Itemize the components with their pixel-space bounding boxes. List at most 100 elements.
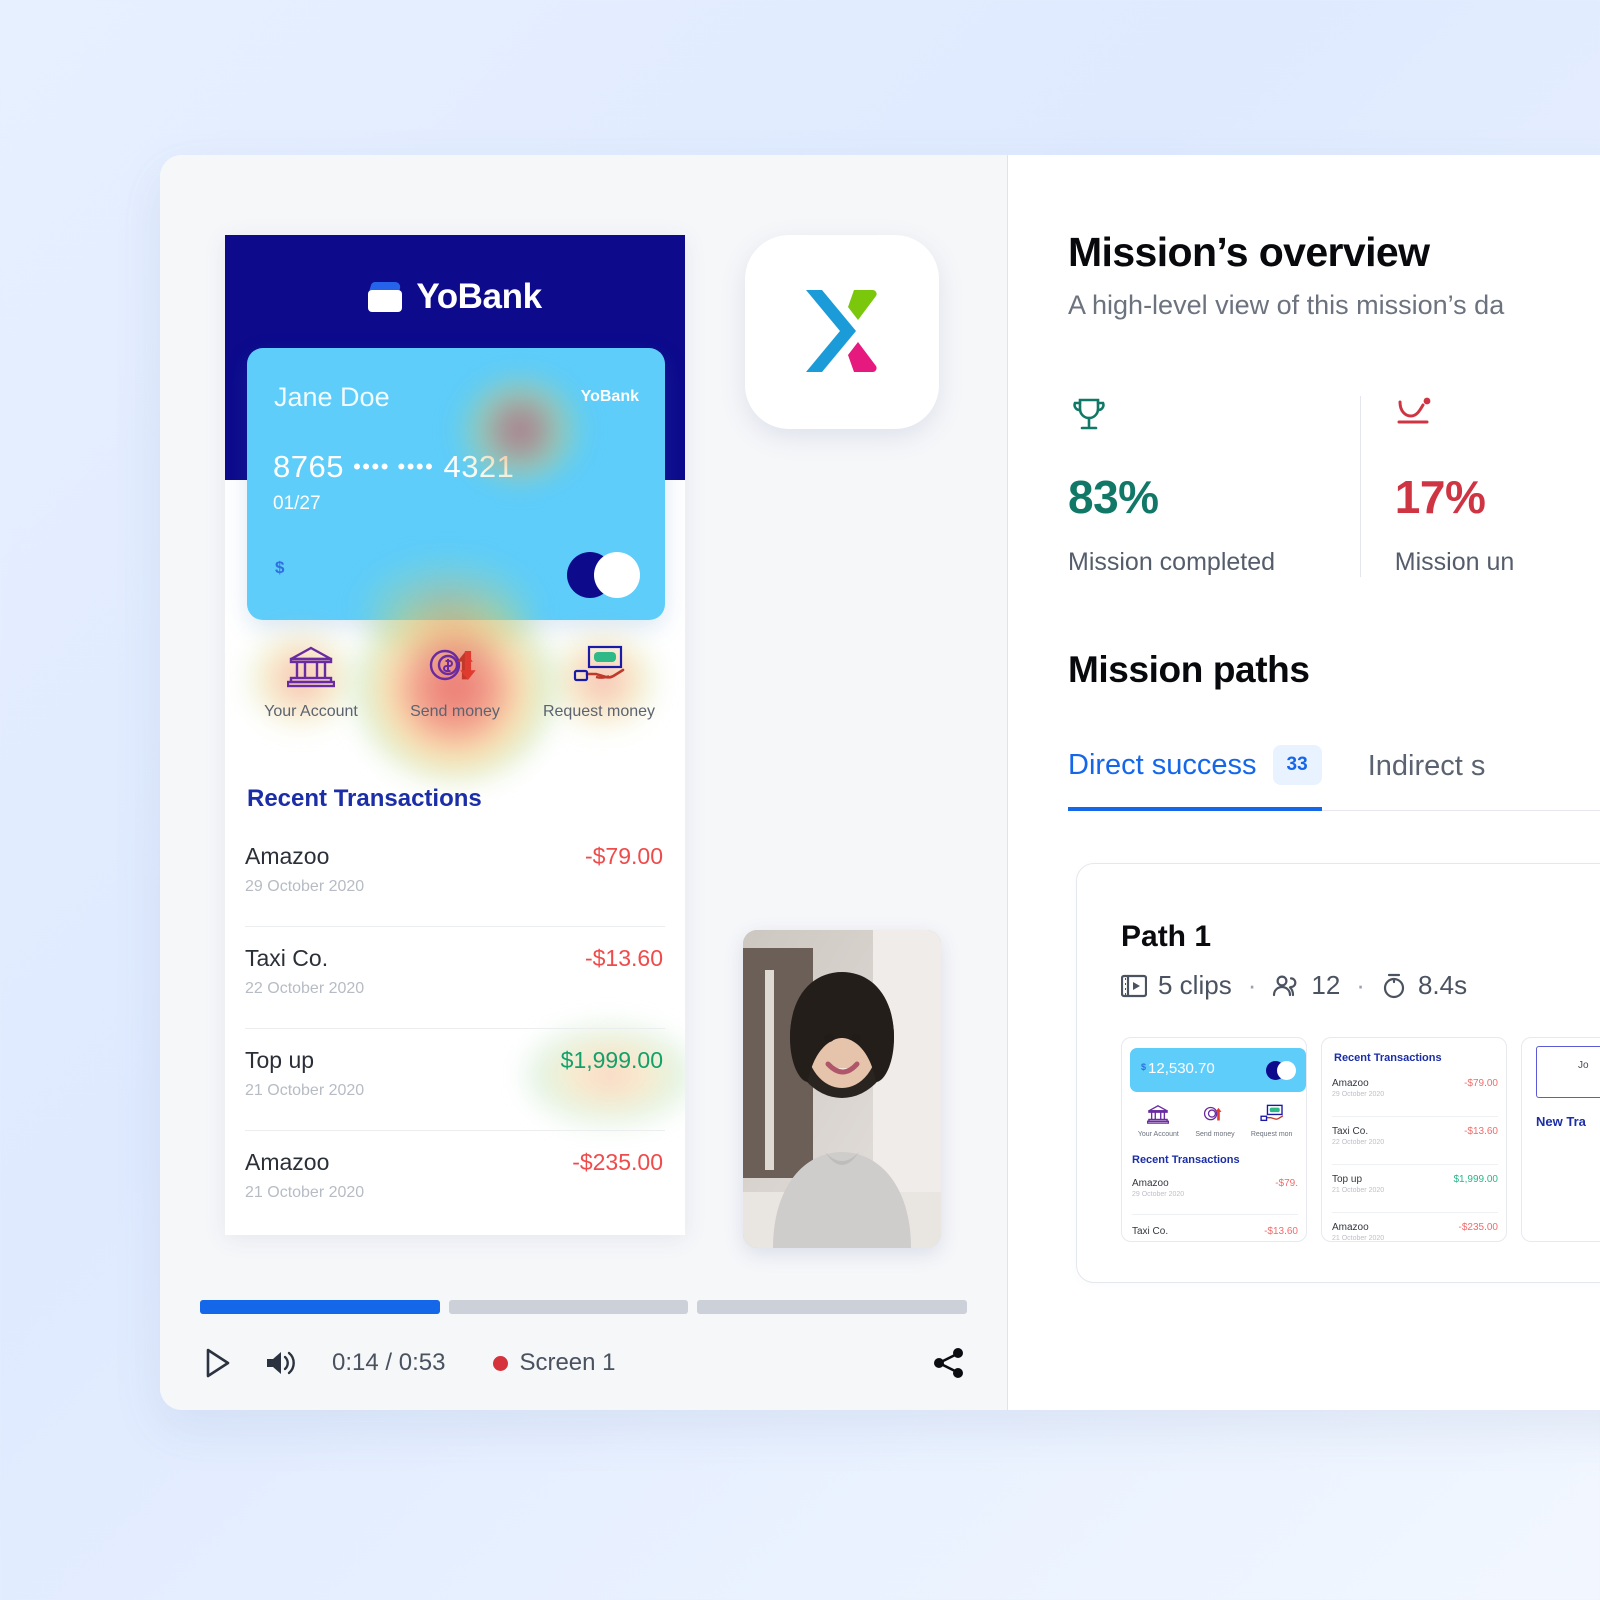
action-label: Your Account xyxy=(264,703,358,720)
thumb-tx-row: Amazoo 21 October 2020 -$235.00 xyxy=(1332,1222,1498,1242)
thumb-action-label: Your Account xyxy=(1137,1131,1179,1138)
card-bank-label: YoBank xyxy=(580,388,639,405)
tab-direct-success[interactable]: Direct success 33 xyxy=(1068,739,1322,811)
thumb-tx-amount: -$79.00 xyxy=(1464,1078,1498,1089)
card-number-mask: •••• •••• xyxy=(353,454,435,479)
record-dot-icon xyxy=(493,1355,509,1371)
meta-sep: · xyxy=(1356,970,1365,1000)
thumb-tx-name: Amazoo xyxy=(1132,1178,1169,1189)
path-clips: 5 clips xyxy=(1158,970,1232,1000)
card-number-prefix: 8765 xyxy=(273,449,344,484)
film-icon xyxy=(1121,974,1147,997)
tab-label: Direct success xyxy=(1068,748,1257,781)
thumb-balance-value: 12,530.70 xyxy=(1148,1060,1215,1077)
screen-indicator: Screen 1 xyxy=(493,1349,616,1377)
table-row[interactable]: Amazoo 29 October 2020 -$79.00 xyxy=(245,825,665,927)
tab-label: Indirect s xyxy=(1367,750,1486,782)
thumb-tx-amount: $1,999.00 xyxy=(1453,1174,1499,1185)
tab-indirect-success[interactable]: Indirect s xyxy=(1368,739,1486,810)
thumb-currency: $ xyxy=(1141,1062,1147,1072)
thumb-divider xyxy=(1332,1116,1498,1117)
timeline-segment-3[interactable] xyxy=(697,1300,968,1314)
transaction-amount: -$235.00 xyxy=(572,1149,663,1175)
path-thumbnail-2[interactable]: Recent Transactions Amazoo 29 October 20… xyxy=(1321,1037,1507,1242)
path-meta: 5 clips · 12 · 8.4s xyxy=(1121,970,1600,1001)
stat-caption: Mission completed xyxy=(1068,548,1276,576)
send-money-icon xyxy=(1203,1106,1222,1121)
bank-icon xyxy=(1147,1105,1170,1124)
paths-tabs: Direct success 33 Indirect s xyxy=(1068,739,1600,811)
volume-button[interactable] xyxy=(262,1345,298,1381)
thumb-action-send-money: Send money xyxy=(1187,1104,1243,1138)
bank-icon xyxy=(245,635,377,697)
action-your-account[interactable]: Your Account xyxy=(245,635,377,721)
trophy-icon xyxy=(1068,396,1330,440)
transaction-amount: -$13.60 xyxy=(584,945,663,971)
thumb-action-label: Send money xyxy=(1195,1131,1235,1138)
mission-paths-title: Mission paths xyxy=(1068,649,1310,690)
path-duration: 8.4s xyxy=(1417,970,1468,1000)
webcam-video[interactable] xyxy=(743,930,941,1248)
path-thumbnail-3[interactable]: Jo New Tra xyxy=(1521,1037,1600,1242)
thumb-tx-date: 21 October 2020 xyxy=(1332,1235,1385,1242)
wallet-icon xyxy=(368,282,403,312)
path-thumbnails: $12,530.70 Your Account Send money Reque… xyxy=(1121,1037,1600,1242)
bank-brand: YoBank xyxy=(225,277,685,317)
transaction-date: 29 October 2020 xyxy=(245,878,365,895)
thumb-divider xyxy=(1332,1164,1498,1165)
page-title: Mission’s overview xyxy=(1068,229,1430,275)
quick-actions: Your Account Send money Request money xyxy=(225,635,685,721)
thumb-tx-amount: -$235.00 xyxy=(1458,1222,1498,1233)
play-button[interactable] xyxy=(200,1345,236,1381)
path-viewers: 12 xyxy=(1311,970,1341,1000)
people-icon xyxy=(1273,974,1297,996)
path-card-1[interactable]: Path 1 5 clips · 12 · 8.4s $ 12,530.70 Y… xyxy=(1076,863,1600,1283)
share-button[interactable] xyxy=(931,1345,967,1381)
thumb-tx-amount: -$13.60 xyxy=(1264,1226,1298,1237)
mastercard-logo-icon xyxy=(567,552,640,598)
thumb-tx-row: Taxi Co. -$13.60 xyxy=(1132,1226,1298,1237)
stat-mission-unfinished: 17% Mission un xyxy=(1359,396,1600,577)
stat-value: 83% xyxy=(1068,471,1159,523)
phone-screen-recording[interactable]: YoBank Jane Doe YoBank 8765 •••• •••• 43… xyxy=(225,235,685,1235)
brand-name: YoBank xyxy=(416,277,542,316)
action-send-money[interactable]: Send money xyxy=(389,635,521,721)
table-row[interactable]: Top up 21 October 2020 $1,999.00 xyxy=(245,1029,665,1131)
path-thumbnail-1[interactable]: $12,530.70 Your Account Send money Reque… xyxy=(1121,1037,1307,1242)
thumb-tx-date: 29 October 2020 xyxy=(1332,1091,1385,1098)
recording-review-window: YoBank Jane Doe YoBank 8765 •••• •••• 43… xyxy=(160,155,1600,1410)
card-number-suffix: 4321 xyxy=(443,449,515,484)
thumb-tx-date: 22 October 2020 xyxy=(1332,1139,1385,1146)
action-request-money[interactable]: Request money xyxy=(533,635,665,721)
thumb-tx-title: Recent Transactions xyxy=(1132,1154,1240,1166)
timeline-segment-1[interactable] xyxy=(200,1300,440,1314)
path-title: Path 1 xyxy=(1121,920,1212,953)
timeline-scrubber[interactable] xyxy=(200,1300,968,1314)
timeline-segment-2[interactable] xyxy=(448,1300,689,1314)
volume-icon xyxy=(267,1351,295,1375)
table-row[interactable]: Taxi Co. 22 October 2020 -$13.60 xyxy=(245,927,665,1029)
x-app-logo-icon xyxy=(806,289,877,373)
thumb-tx-amount: -$79. xyxy=(1275,1178,1298,1189)
status-badge: 33 xyxy=(1272,745,1322,785)
table-row[interactable]: Amazoo 21 October 2020 -$235.00 xyxy=(245,1131,665,1233)
thumb-tx-title: Recent Transactions xyxy=(1334,1052,1442,1064)
share-icon xyxy=(934,1348,963,1378)
thumb-field-value: Jo xyxy=(1578,1060,1589,1071)
stat-mission-completed: 83% Mission completed xyxy=(1068,396,1360,577)
timer-icon xyxy=(1383,973,1405,998)
thumb-input-field xyxy=(1536,1046,1600,1098)
card-expiry: 01/27 xyxy=(273,493,321,514)
bank-card[interactable]: Jane Doe YoBank 8765 •••• •••• 4321 01/2… xyxy=(247,348,665,620)
request-money-icon xyxy=(1260,1104,1283,1122)
thumb-tx-date: 21 October 2020 xyxy=(1332,1187,1385,1194)
recent-transactions-title: Recent Transactions xyxy=(247,785,482,812)
mission-stats: 83% Mission completed 17% Mission un xyxy=(1068,396,1600,577)
insights-pane: Mission’s overview A high-level view of … xyxy=(1008,155,1600,1410)
transactions-list: Amazoo 29 October 2020 -$79.00 Taxi Co. … xyxy=(245,825,665,1233)
thumb-action-request-money: Request mon xyxy=(1244,1104,1300,1138)
stat-caption: Mission un xyxy=(1394,548,1515,576)
player-pane: YoBank Jane Doe YoBank 8765 •••• •••• 43… xyxy=(160,155,1008,1410)
thumb-tx-row: Amazoo 29 October 2020 -$79. xyxy=(1132,1178,1298,1198)
thumb-divider xyxy=(1332,1212,1498,1213)
